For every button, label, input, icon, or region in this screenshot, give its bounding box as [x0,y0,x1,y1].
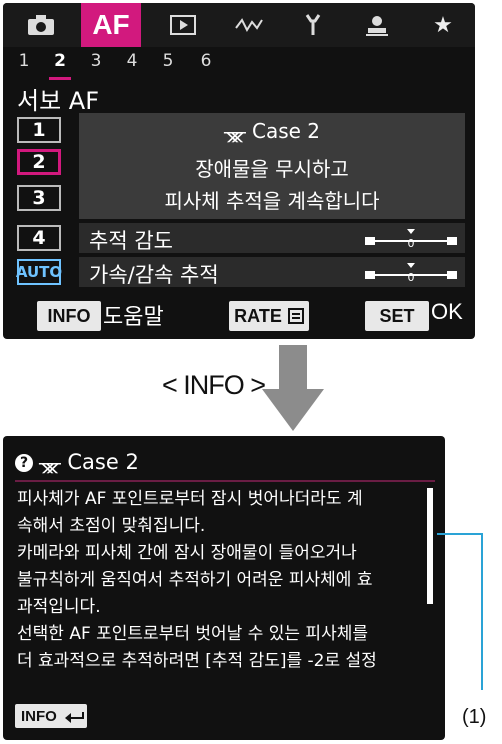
case-3-button[interactable]: 3 [17,185,61,211]
accel-scale-icon: 0 [365,263,457,283]
param-accel-decel-tracking[interactable]: 가속/감속 추적 0 [79,257,465,287]
help-line: 더 효과적으로 추적하려면 [추적 감도]를 -2로 설정 [17,651,377,671]
subtab-2[interactable]: 2 [51,51,69,71]
desc-line-2: 피사체 추적을 계속합니다 [164,189,380,213]
scrollbar[interactable] [427,488,433,604]
down-arrow-icon [262,345,324,431]
case-name: Case 2 [252,119,321,143]
help-screen: ? ᚘ Case 2 피사체가 AF 포인트로부터 잠시 벗어나더라도 계 속해… [3,436,445,740]
list-icon [287,308,304,324]
wrench-icon [305,14,321,35]
case-description: ᚘ Case 2 장애물을 무시하고 피사체 추적을 계속합니다 [79,113,465,219]
tab-mymenu[interactable]: ★ [413,3,473,47]
subtab-5[interactable]: 5 [159,51,177,71]
tab-custom[interactable] [347,3,407,47]
wave-icon [235,18,263,33]
menu-tab-bar: AF ★ [3,3,475,47]
info-key[interactable]: INFO [37,301,101,331]
tab-af[interactable]: AF [81,3,141,47]
help-line: 선택한 AF 포인트로부터 벗어날 수 있는 피사체를 [17,624,368,644]
callout-label: (1) [462,706,487,728]
camera-icon [28,15,54,35]
bottom-key-bar: INFO 도움말 RATE SET OK [3,295,475,339]
help-line: 불규칙하게 움직여서 추적하기 어려운 피사체에 효 [17,570,373,590]
help-label: 도움말 [103,305,164,330]
custom-icon [366,16,388,36]
tracking-icon: ᚘ [223,122,246,143]
subtab-bar: 1 2 3 4 5 6 [3,47,475,80]
tab-playback[interactable] [153,3,213,47]
help-line: 과적입니다. [17,597,101,617]
set-key[interactable]: SET [365,301,429,331]
star-icon: ★ [433,12,453,38]
return-icon [64,712,84,723]
tab-af-label: AF [92,9,130,40]
case-auto-button[interactable]: AUTO [16,259,62,285]
info-key-label: INFO [21,707,57,725]
help-title: ᚘ Case 2 [39,450,139,474]
subtab-6[interactable]: 6 [197,51,215,71]
tracking-icon: ᚘ [39,453,61,474]
tab-shooting[interactable] [11,3,71,47]
sensitivity-scale-icon: 0 [365,229,457,249]
playback-icon [170,15,196,35]
param-label: 추적 감도 [89,229,173,253]
case-1-button[interactable]: 1 [17,117,61,143]
subtab-1[interactable]: 1 [15,51,33,71]
tab-network[interactable] [219,3,279,47]
desc-line-1: 장애물을 무시하고 [195,157,349,181]
menu-screen: AF ★ 1 2 3 4 5 6 서보 AF 1 2 3 4 AUTO ᚘ Ca… [3,3,475,339]
page-title: 서보 AF [17,87,100,115]
rate-key-label: RATE [234,305,282,326]
svg-text:0: 0 [408,271,415,283]
rate-key[interactable]: RATE [229,301,309,331]
info-caption: < INFO > [162,370,266,400]
subtab-4[interactable]: 4 [123,51,141,71]
case-heading: ᚘ Case 2 [79,119,465,143]
help-text: 피사체가 AF 포인트로부터 잠시 벗어나더라도 계 속해서 초점이 맞춰집니다… [17,486,419,675]
help-line: 피사체가 AF 포인트로부터 잠시 벗어나더라도 계 [17,489,363,509]
case-2-button[interactable]: 2 [17,149,61,175]
ok-label: OK [431,299,463,324]
param-label: 가속/감속 추적 [89,263,219,287]
svg-text:0: 0 [408,237,415,249]
info-back-key[interactable]: INFO [15,704,87,728]
help-title-text: Case 2 [67,450,139,474]
divider [15,480,435,482]
subtab-3[interactable]: 3 [87,51,105,71]
question-icon: ? [15,454,33,472]
subtab-indicator [49,77,71,80]
tab-setup[interactable] [283,3,343,47]
help-line: 카메라와 피사체 간에 잠시 장애물이 들어오거나 [17,543,357,563]
case-4-button[interactable]: 4 [17,225,61,251]
param-tracking-sensitivity[interactable]: 추적 감도 0 [79,223,465,253]
help-line: 속해서 초점이 맞춰집니다. [17,516,206,536]
